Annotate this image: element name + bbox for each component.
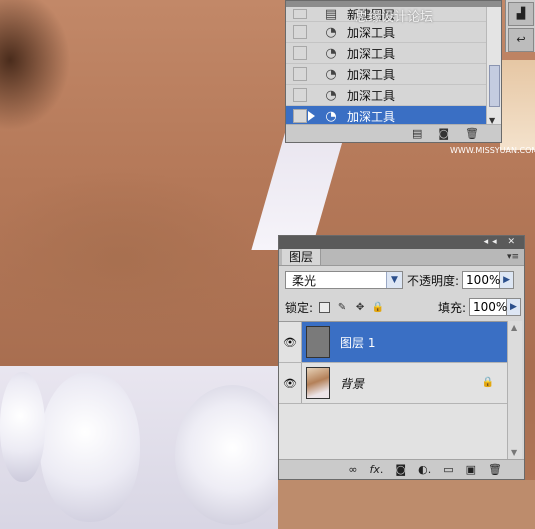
layers-scrollbar[interactable]: ▲ ▼ bbox=[507, 321, 522, 459]
watermark-url: WWW.MISSYUAN.COM bbox=[450, 146, 535, 155]
add-mask-icon[interactable]: ◙ bbox=[395, 463, 406, 476]
panel-menu-icon[interactable]: ▾≡ bbox=[507, 249, 519, 265]
histogram-icon[interactable]: ▟ bbox=[508, 2, 534, 26]
history-checkbox[interactable] bbox=[293, 109, 307, 123]
layer-thumbnail bbox=[306, 367, 330, 399]
lock-transparent-icon[interactable] bbox=[319, 301, 331, 313]
trash-icon[interactable]: 🗑 bbox=[488, 463, 502, 476]
layer-row[interactable]: 👁 图层 1 bbox=[279, 322, 508, 363]
burn-tool-icon: ◔ bbox=[325, 24, 337, 40]
photo-rosette bbox=[175, 385, 290, 525]
fill-arrow-icon[interactable]: ▶ bbox=[507, 298, 521, 316]
blend-row: 柔光 ▼ 不透明度: 100% ▶ bbox=[285, 270, 521, 290]
lock-row: 锁定: ✎ ✥ 🔒 填充: 100% ▶ bbox=[285, 297, 521, 317]
history-checkbox[interactable] bbox=[293, 88, 307, 102]
history-list: ▤ 新建图层 ◔ 加深工具 ◔ 加深工具 ◔ 加深工具 ◔ 加深工具 ◔ 加深工… bbox=[286, 7, 486, 127]
blend-mode-value: 柔光 bbox=[292, 273, 317, 288]
history-scroll-thumb[interactable] bbox=[489, 65, 500, 107]
layer-list: 👁 图层 1 👁 背景 🔒 bbox=[279, 321, 508, 460]
burn-tool-icon: ◔ bbox=[325, 66, 337, 82]
watermark-text: 思缘设计论坛 bbox=[355, 10, 434, 25]
layer-row[interactable]: 👁 背景 🔒 bbox=[279, 363, 508, 404]
tab-layers[interactable]: 图层 bbox=[282, 249, 322, 265]
opacity-arrow-icon[interactable]: ▶ bbox=[500, 271, 515, 289]
collapse-close-icon[interactable]: ◂◂ ✕ bbox=[484, 236, 519, 249]
scroll-up-icon[interactable]: ▲ bbox=[511, 323, 517, 332]
burn-tool-icon: ◔ bbox=[325, 45, 337, 61]
burn-tool-icon: ◔ bbox=[325, 87, 337, 103]
history-item-label: 加深工具 bbox=[347, 46, 396, 61]
photo-strap-right bbox=[500, 60, 535, 150]
chevron-down-icon[interactable]: ▼ bbox=[386, 272, 402, 288]
layers-footer: ∞ fx. ◙ ◐. ▭ ▣ 🗑 bbox=[279, 459, 524, 479]
layer-name[interactable]: 图层 1 bbox=[340, 334, 375, 351]
history-item[interactable]: ◔ 加深工具 bbox=[286, 22, 486, 43]
new-layer-icon: ▤ bbox=[324, 6, 338, 22]
panel-dock-icons: ▟ ↩ bbox=[505, 0, 535, 52]
new-group-icon[interactable]: ▭ bbox=[443, 463, 453, 476]
history-item[interactable]: ◔ 加深工具 bbox=[286, 85, 486, 106]
scroll-down-icon[interactable]: ▼ bbox=[511, 448, 517, 457]
layers-tabrow: 图层 ▾≡ bbox=[279, 249, 524, 266]
lock-all-icon[interactable]: 🔒 bbox=[372, 301, 384, 313]
history-checkbox[interactable] bbox=[293, 46, 307, 60]
fill-label: 填充: bbox=[437, 300, 466, 315]
lock-brush-icon[interactable]: ✎ bbox=[336, 301, 348, 313]
new-layer-icon[interactable]: ▣ bbox=[466, 463, 476, 476]
history-state-pointer-icon[interactable] bbox=[308, 111, 315, 121]
new-document-from-state-icon[interactable]: ▤ bbox=[412, 127, 422, 140]
photo-skin bbox=[278, 480, 535, 529]
burn-tool-icon: ◔ bbox=[325, 108, 337, 124]
new-snapshot-icon[interactable]: ◙ bbox=[438, 127, 449, 140]
adjustment-layer-icon[interactable]: ◐. bbox=[418, 463, 431, 476]
eye-icon[interactable]: 👁 bbox=[279, 363, 302, 403]
link-layers-icon[interactable]: ∞ bbox=[348, 463, 357, 476]
history-item-label: 加深工具 bbox=[347, 67, 396, 82]
history-item-label: 加深工具 bbox=[347, 109, 396, 124]
lock-move-icon[interactable]: ✥ bbox=[354, 301, 366, 313]
history-scrollbar[interactable]: ▼ bbox=[486, 7, 501, 127]
photo-bow bbox=[40, 372, 140, 522]
history-item-label: 加深工具 bbox=[347, 25, 396, 40]
history-item[interactable]: ◔ 加深工具 bbox=[286, 43, 486, 64]
history-item-label: 加深工具 bbox=[347, 88, 396, 103]
history-footer: ▤ ◙ 🗑 bbox=[286, 124, 501, 142]
layers-panel: ◂◂ ✕ 图层 ▾≡ 柔光 ▼ 不透明度: 100% ▶ 锁定: ✎ ✥ 🔒 填… bbox=[278, 235, 525, 480]
opacity-input[interactable]: 100% bbox=[462, 271, 500, 289]
blend-mode-select[interactable]: 柔光 ▼ bbox=[285, 271, 403, 289]
trash-icon[interactable]: 🗑 bbox=[465, 127, 479, 140]
lock-icon: 🔒 bbox=[481, 377, 494, 388]
lock-label: 锁定: bbox=[285, 300, 314, 315]
history-checkbox[interactable] bbox=[293, 9, 307, 19]
history-checkbox[interactable] bbox=[293, 25, 307, 39]
history-checkbox[interactable] bbox=[293, 67, 307, 81]
fill-input[interactable]: 100% bbox=[469, 298, 507, 316]
fx-icon[interactable]: fx. bbox=[370, 463, 384, 476]
eye-icon[interactable]: 👁 bbox=[279, 322, 302, 362]
opacity-label: 不透明度: bbox=[407, 273, 460, 288]
history-item[interactable]: ◔ 加深工具 bbox=[286, 64, 486, 85]
layers-titlebar[interactable]: ◂◂ ✕ bbox=[279, 236, 524, 249]
layer-thumbnail bbox=[306, 326, 330, 358]
layer-name[interactable]: 背景 bbox=[340, 375, 364, 392]
history-dock-icon[interactable]: ↩ bbox=[508, 28, 534, 52]
photo-bow-left bbox=[0, 372, 45, 482]
